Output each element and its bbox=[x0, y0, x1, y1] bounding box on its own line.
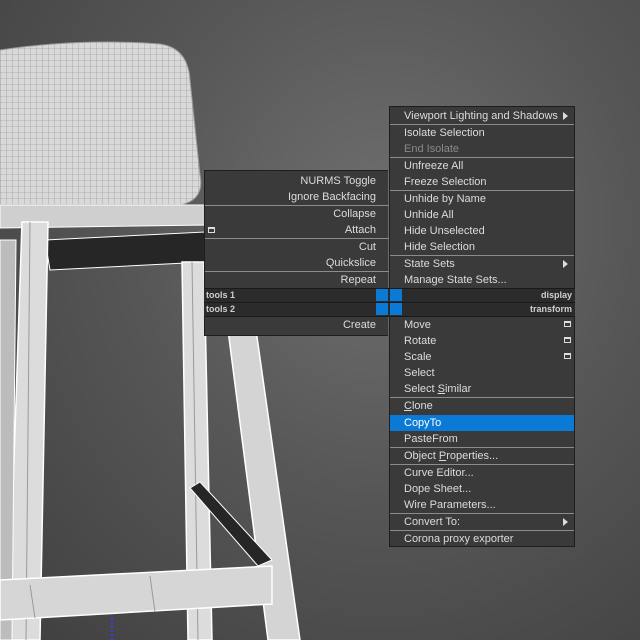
menu-item-convert-to[interactable]: Convert To: bbox=[404, 514, 574, 530]
menu-item-corona-proxy-exporter[interactable]: Corona proxy exporter bbox=[404, 531, 574, 547]
stool-model[interactable] bbox=[0, 41, 301, 640]
quad-label-transform: transform bbox=[529, 304, 572, 314]
submenu-arrow-icon bbox=[563, 112, 568, 120]
menu-item-unfreeze-all[interactable]: Unfreeze All bbox=[404, 158, 574, 174]
menu-item-isolate-selection[interactable]: Isolate Selection bbox=[404, 125, 574, 141]
settings-box-icon[interactable] bbox=[564, 321, 571, 327]
quad-selector-display[interactable] bbox=[390, 289, 402, 301]
settings-box-icon[interactable] bbox=[564, 337, 571, 343]
quad-selector-tools1[interactable] bbox=[376, 289, 388, 301]
menu-item-repeat[interactable]: Repeat bbox=[205, 272, 376, 288]
menu-item-hide-unselected[interactable]: Hide Unselected bbox=[404, 223, 574, 239]
settings-box-icon[interactable] bbox=[564, 353, 571, 359]
quad-label-tools1: tools 1 bbox=[206, 290, 236, 300]
menu-item-select-similar[interactable]: Select Similar bbox=[404, 381, 574, 397]
menu-item-create[interactable]: Create bbox=[205, 317, 376, 333]
quad-label-display: display bbox=[540, 290, 572, 300]
quad-menu-right: Viewport Lighting and Shadows Isolate Se… bbox=[389, 106, 575, 547]
menu-item-scale[interactable]: Scale bbox=[404, 349, 574, 365]
menu-item-freeze-selection[interactable]: Freeze Selection bbox=[404, 174, 574, 190]
menu-item-select[interactable]: Select bbox=[404, 365, 574, 381]
menu-item-state-sets[interactable]: State Sets bbox=[404, 256, 574, 272]
settings-box-icon[interactable] bbox=[208, 227, 215, 233]
quad-selector-tools2[interactable] bbox=[376, 303, 388, 315]
menu-item-unhide-all[interactable]: Unhide All bbox=[404, 207, 574, 223]
menu-item-pastefrom[interactable]: PasteFrom bbox=[404, 431, 574, 447]
menu-item-unhide-by-name[interactable]: Unhide by Name bbox=[404, 191, 574, 207]
menu-item-end-isolate: End Isolate bbox=[404, 143, 460, 155]
menu-item-clone[interactable]: Clone bbox=[404, 398, 574, 414]
menu-item-viewport-lighting[interactable]: Viewport Lighting and Shadows bbox=[404, 108, 574, 124]
menu-item-collapse[interactable]: Collapse bbox=[205, 206, 376, 222]
menu-item-object-properties[interactable]: Object Properties... bbox=[404, 448, 574, 464]
quad-label-tools2: tools 2 bbox=[206, 304, 236, 314]
menu-item-dope-sheet[interactable]: Dope Sheet... bbox=[404, 481, 574, 497]
menu-item-quickslice[interactable]: Quickslice bbox=[205, 255, 376, 271]
menu-item-wire-parameters[interactable]: Wire Parameters... bbox=[404, 497, 574, 513]
menu-item-cut[interactable]: Cut bbox=[205, 239, 376, 255]
menu-item-ignore-backfacing[interactable]: Ignore Backfacing bbox=[205, 189, 376, 205]
menu-item-curve-editor[interactable]: Curve Editor... bbox=[404, 465, 574, 481]
quad-selector-transform[interactable] bbox=[390, 303, 402, 315]
menu-item-attach[interactable]: Attach bbox=[205, 222, 376, 238]
submenu-arrow-icon bbox=[563, 260, 568, 268]
submenu-arrow-icon bbox=[563, 518, 568, 526]
menu-item-rotate[interactable]: Rotate bbox=[404, 333, 574, 349]
menu-item-hide-selection[interactable]: Hide Selection bbox=[404, 239, 574, 255]
menu-item-copyto[interactable]: CopyTo bbox=[390, 415, 574, 431]
menu-item-move[interactable]: Move bbox=[404, 317, 574, 333]
menu-item-nurms-toggle[interactable]: NURMS Toggle bbox=[205, 173, 376, 189]
menu-item-manage-state-sets[interactable]: Manage State Sets... bbox=[404, 272, 574, 288]
